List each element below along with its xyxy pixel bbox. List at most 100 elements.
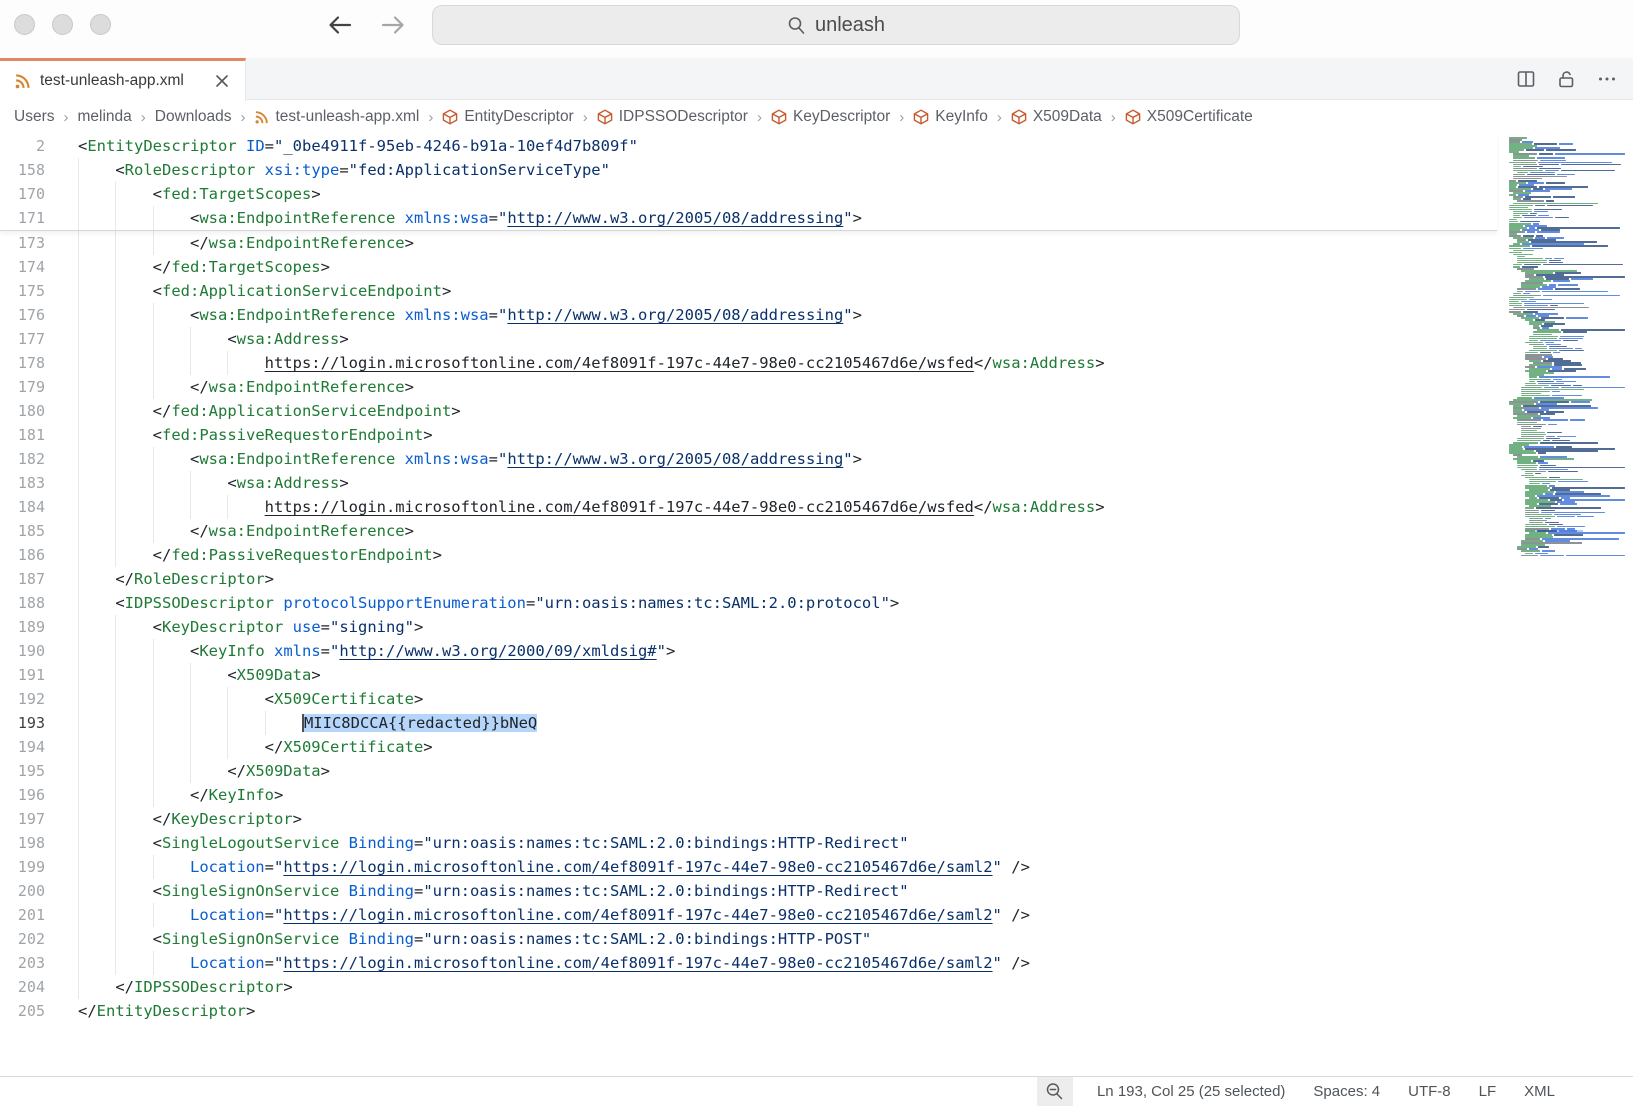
code-line[interactable]: 181 <fed:PassiveRequestorEndpoint> [0,423,1633,447]
breadcrumb-item-file[interactable]: test-unleash-app.xml [254,108,419,126]
code-line[interactable]: 179 </wsa:EndpointReference> [0,375,1633,399]
breadcrumb-item-users[interactable]: Users [14,108,54,126]
line-number[interactable]: 175 [0,279,45,303]
code-line[interactable]: 183 <wsa:Address> [0,471,1633,495]
line-number[interactable]: 158 [0,158,45,182]
minimap[interactable] [1505,137,1625,557]
search-input[interactable]: unleash [432,5,1240,45]
forward-button[interactable] [378,10,408,44]
code-line[interactable]: 2<EntityDescriptor ID="_0be4911f-95eb-42… [0,134,1497,158]
line-number[interactable]: 193 [0,711,45,735]
line-number[interactable]: 203 [0,951,45,975]
line-number[interactable]: 202 [0,927,45,951]
code-line[interactable]: 170 <fed:TargetScopes> [0,182,1497,206]
back-button[interactable] [325,10,355,44]
code-line[interactable]: 176 <wsa:EndpointReference xmlns:wsa="ht… [0,303,1633,327]
line-number[interactable]: 190 [0,639,45,663]
code-area[interactable]: 173 </wsa:EndpointReference>174 </fed:Ta… [0,231,1633,1023]
tab-close-button[interactable] [211,70,233,92]
line-number[interactable]: 179 [0,375,45,399]
code-line[interactable]: 191 <X509Data> [0,663,1633,687]
line-number[interactable]: 177 [0,327,45,351]
indentation-status[interactable]: Spaces: 4 [1313,1083,1380,1100]
line-number[interactable]: 174 [0,255,45,279]
line-number[interactable]: 192 [0,687,45,711]
breadcrumb-item-idpssodescriptor[interactable]: IDPSSODescriptor [597,108,748,126]
breadcrumb-item-entitydescriptor[interactable]: EntityDescriptor [442,108,573,126]
code-line[interactable]: 200 <SingleSignOnService Binding="urn:oa… [0,879,1633,903]
code-line[interactable]: 173 </wsa:EndpointReference> [0,231,1633,255]
code-line[interactable]: 204 </IDPSSODescriptor> [0,975,1633,999]
code-line[interactable]: 202 <SingleSignOnService Binding="urn:oa… [0,927,1633,951]
editor-pane[interactable]: 2<EntityDescriptor ID="_0be4911f-95eb-42… [0,134,1633,1076]
code-line[interactable]: 201 Location="https://login.microsoftonl… [0,903,1633,927]
code-line[interactable]: 192 <X509Certificate> [0,687,1633,711]
window-close-button[interactable] [14,14,35,35]
code-line[interactable]: 178 https://login.microsoftonline.com/4e… [0,351,1633,375]
code-line[interactable]: 193 MIIC8DCCA{{redacted}}bNeQ [0,711,1633,735]
code-line[interactable]: 177 <wsa:Address> [0,327,1633,351]
breadcrumb-item-melinda[interactable]: melinda [77,108,131,126]
code-line[interactable]: 187 </RoleDescriptor> [0,567,1633,591]
code-line[interactable]: 197 </KeyDescriptor> [0,807,1633,831]
line-number[interactable]: 180 [0,399,45,423]
unlock-icon[interactable] [1557,69,1576,89]
code-line[interactable]: 198 <SingleLogoutService Binding="urn:oa… [0,831,1633,855]
line-number[interactable]: 181 [0,423,45,447]
code-line[interactable]: 199 Location="https://login.microsoftonl… [0,855,1633,879]
line-number[interactable]: 191 [0,663,45,687]
line-number[interactable]: 186 [0,543,45,567]
line-number[interactable]: 171 [0,206,45,230]
tab-test-unleash-app[interactable]: test-unleash-app.xml [0,58,246,101]
code-line[interactable]: 182 <wsa:EndpointReference xmlns:wsa="ht… [0,447,1633,471]
code-line[interactable]: 171 <wsa:EndpointReference xmlns:wsa="ht… [0,206,1497,230]
line-number[interactable]: 184 [0,495,45,519]
line-number[interactable]: 185 [0,519,45,543]
code-line[interactable]: 180 </fed:ApplicationServiceEndpoint> [0,399,1633,423]
window-maximize-button[interactable] [90,14,111,35]
line-number[interactable]: 176 [0,303,45,327]
more-actions-button[interactable] [1597,69,1617,89]
line-number[interactable]: 194 [0,735,45,759]
cursor-position-status[interactable]: Ln 193, Col 25 (25 selected) [1097,1083,1285,1100]
sticky-scroll[interactable]: 2<EntityDescriptor ID="_0be4911f-95eb-42… [0,134,1497,231]
line-number[interactable]: 187 [0,567,45,591]
code-line[interactable]: 188 <IDPSSODescriptor protocolSupportEnu… [0,591,1633,615]
line-number[interactable]: 201 [0,903,45,927]
code-line[interactable]: 194 </X509Certificate> [0,735,1633,759]
window-minimize-button[interactable] [52,14,73,35]
line-number[interactable]: 198 [0,831,45,855]
encoding-status[interactable]: UTF-8 [1408,1083,1451,1100]
line-number[interactable]: 199 [0,855,45,879]
line-number[interactable]: 204 [0,975,45,999]
language-mode-status[interactable]: XML [1524,1083,1555,1100]
line-number[interactable]: 200 [0,879,45,903]
eol-status[interactable]: LF [1479,1083,1497,1100]
line-number[interactable]: 195 [0,759,45,783]
code-line[interactable]: 190 <KeyInfo xmlns="http://www.w3.org/20… [0,639,1633,663]
code-line[interactable]: 184 https://login.microsoftonline.com/4e… [0,495,1633,519]
code-line[interactable]: 158 <RoleDescriptor xsi:type="fed:Applic… [0,158,1497,182]
line-number[interactable]: 170 [0,182,45,206]
code-line[interactable]: 175 <fed:ApplicationServiceEndpoint> [0,279,1633,303]
code-line[interactable]: 186 </fed:PassiveRequestorEndpoint> [0,543,1633,567]
line-number[interactable]: 182 [0,447,45,471]
line-number[interactable]: 183 [0,471,45,495]
line-number[interactable]: 188 [0,591,45,615]
line-number[interactable]: 189 [0,615,45,639]
breadcrumb-item-x509certificate[interactable]: X509Certificate [1125,108,1253,126]
split-editor-button[interactable] [1516,69,1536,89]
line-number[interactable]: 178 [0,351,45,375]
line-number[interactable]: 205 [0,999,45,1023]
line-number[interactable]: 197 [0,807,45,831]
code-line[interactable]: 195 </X509Data> [0,759,1633,783]
breadcrumb-item-keyinfo[interactable]: KeyInfo [913,108,988,126]
code-line[interactable]: 185 </wsa:EndpointReference> [0,519,1633,543]
line-number[interactable]: 196 [0,783,45,807]
code-line[interactable]: 203 Location="https://login.microsoftonl… [0,951,1633,975]
code-line[interactable]: 174 </fed:TargetScopes> [0,255,1633,279]
code-line[interactable]: 189 <KeyDescriptor use="signing"> [0,615,1633,639]
line-number[interactable]: 173 [0,231,45,255]
line-number[interactable]: 2 [0,134,45,158]
breadcrumb-item-downloads[interactable]: Downloads [155,108,232,126]
